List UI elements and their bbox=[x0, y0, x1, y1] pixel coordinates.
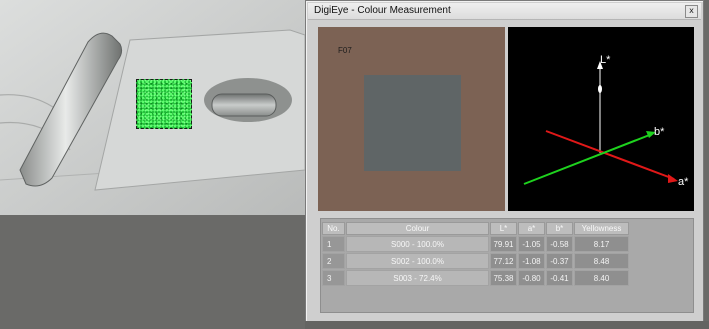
lab-3d-plot: L* a* b* bbox=[508, 27, 694, 211]
row-no: 2 bbox=[322, 253, 345, 269]
selection-patch[interactable] bbox=[136, 79, 192, 129]
col-header-yellowness[interactable]: Yellowness bbox=[574, 222, 629, 235]
row-a: -1.05 bbox=[518, 236, 545, 252]
row-no: 3 bbox=[322, 270, 345, 286]
colour-swatch-panel: F07 bbox=[318, 27, 505, 211]
a-axis bbox=[545, 130, 675, 180]
row-yellowness: 8.17 bbox=[574, 236, 629, 252]
row-no: 1 bbox=[322, 236, 345, 252]
col-header-a[interactable]: a* bbox=[518, 222, 545, 235]
b-axis-label: b* bbox=[654, 126, 665, 138]
row-colour: S003 - 72.4% bbox=[346, 270, 489, 286]
row-b: -0.37 bbox=[546, 253, 573, 269]
row-a: -1.08 bbox=[518, 253, 545, 269]
close-button[interactable]: x bbox=[685, 5, 698, 18]
window-title: DigiEye - Colour Measurement bbox=[314, 5, 451, 16]
swatch-code: F07 bbox=[338, 46, 352, 55]
row-yellowness: 8.48 bbox=[574, 253, 629, 269]
swatch-inner-square bbox=[364, 75, 461, 171]
door-photo bbox=[0, 0, 305, 215]
measurement-table-panel: No. Colour L* a* b* Yellowness 1 S000 - … bbox=[320, 218, 694, 313]
col-header-colour[interactable]: Colour bbox=[346, 222, 489, 235]
row-yellowness: 8.40 bbox=[574, 270, 629, 286]
l-marker bbox=[598, 85, 602, 93]
row-b: -0.58 bbox=[546, 236, 573, 252]
a-axis-arrow bbox=[668, 174, 678, 183]
row-l: 75.38 bbox=[490, 270, 517, 286]
row-b: -0.41 bbox=[546, 270, 573, 286]
row-colour: S002 - 100.0% bbox=[346, 253, 489, 269]
col-header-b[interactable]: b* bbox=[546, 222, 573, 235]
row-l: 77.12 bbox=[490, 253, 517, 269]
row-l: 79.91 bbox=[490, 236, 517, 252]
background-strip bbox=[305, 321, 709, 329]
table-header-row: No. Colour L* a* b* Yellowness bbox=[322, 222, 629, 235]
a-axis-label: a* bbox=[678, 176, 689, 188]
colour-measurement-window: DigiEye - Colour Measurement x F07 L* a*… bbox=[305, 0, 704, 323]
col-header-l[interactable]: L* bbox=[490, 222, 517, 235]
row-colour: S000 - 100.0% bbox=[346, 236, 489, 252]
table-row[interactable]: 3 S003 - 72.4% 75.38 -0.80 -0.41 8.40 bbox=[322, 270, 629, 286]
title-bar[interactable]: DigiEye - Colour Measurement x bbox=[308, 3, 701, 20]
b-axis bbox=[523, 133, 653, 185]
row-a: -0.80 bbox=[518, 270, 545, 286]
measurement-table: No. Colour L* a* b* Yellowness 1 S000 - … bbox=[321, 221, 630, 287]
l-axis-label: L* bbox=[600, 54, 611, 66]
table-row[interactable]: 1 S000 - 100.0% 79.91 -1.05 -0.58 8.17 bbox=[322, 236, 629, 252]
table-row[interactable]: 2 S002 - 100.0% 77.12 -1.08 -0.37 8.48 bbox=[322, 253, 629, 269]
col-header-no[interactable]: No. bbox=[322, 222, 345, 235]
